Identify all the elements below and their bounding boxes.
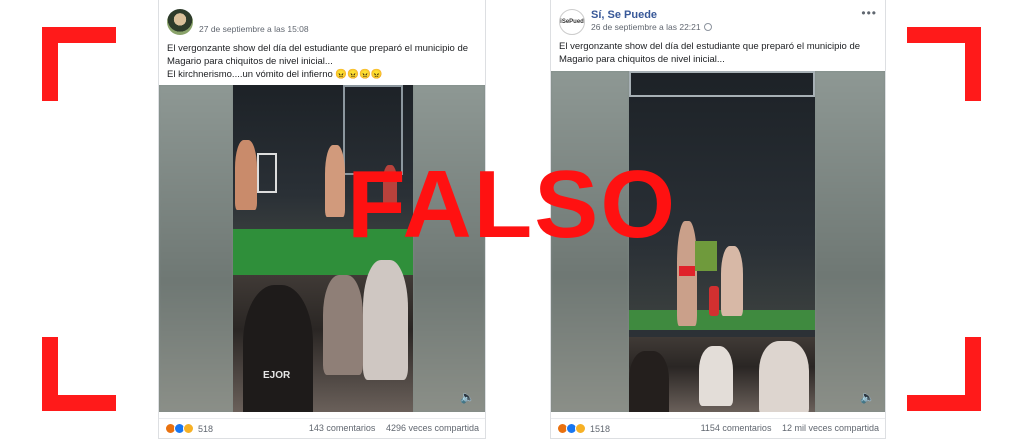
corner-bracket-bottom-left [42, 337, 116, 411]
globe-icon [703, 23, 712, 31]
volume-icon[interactable]: 🔈 [460, 390, 475, 404]
shares-count[interactable]: 4296 veces compartida [386, 423, 479, 433]
falso-stamp: FALSO [346, 151, 677, 258]
video-blur-right [815, 71, 885, 412]
reactions-summary[interactable]: 518 [165, 423, 213, 434]
post-footer: 518 143 comentarios 4296 veces compartid… [159, 418, 485, 438]
avatar[interactable] [167, 9, 193, 35]
more-options-icon[interactable]: ••• [861, 6, 877, 20]
post-text: El vergonzante show del día del estudian… [167, 42, 477, 81]
post-text-line: El vergonzante show del día del estudian… [559, 41, 861, 52]
corner-bracket-top-left [42, 27, 116, 101]
avatar-logo-text: siSePuede [560, 19, 584, 25]
volume-icon[interactable]: 🔈 [860, 390, 875, 404]
post-text-line: El kirchnerismo....un vómito del infiern… [167, 69, 383, 80]
corner-bracket-bottom-right [907, 337, 981, 411]
post-timestamp[interactable]: 27 de septiembre a las 15:08 [199, 24, 309, 34]
page-name[interactable]: Sí, Se Puede [591, 9, 657, 21]
video-overlay-text: EJOR [263, 370, 291, 381]
post-text: El vergonzante show del día del estudian… [559, 40, 877, 66]
comments-count[interactable]: 143 comentarios [309, 423, 376, 433]
comments-count[interactable]: 1154 comentarios [701, 423, 772, 433]
corner-bracket-top-right [907, 27, 981, 101]
reaction-count: 518 [198, 423, 214, 434]
post-text-line: Magario para chiquitos de nivel inicial.… [559, 54, 725, 65]
post-text-line: Magario para chiquitos de nivel inicial.… [167, 56, 333, 67]
post-stats: 143 comentarios 4296 veces compartida [301, 423, 479, 433]
post-stats: 1154 comentarios 12 mil veces compartida [693, 423, 879, 433]
post-timestamp[interactable]: 26 de septiembre a las 22:21 [591, 22, 712, 32]
reactions-summary[interactable]: 1518 [557, 423, 610, 434]
shares-count[interactable]: 12 mil veces compartida [782, 423, 879, 433]
reaction-count: 1518 [590, 423, 611, 434]
wow-reaction-icon [183, 423, 194, 434]
video-blur-left [159, 85, 233, 412]
post-text-line: El vergonzante show del día del estudian… [167, 43, 469, 54]
post-footer: 1518 1154 comentarios 12 mil veces compa… [551, 418, 885, 438]
post-header: siSePuede Sí, Se Puede 26 de septiembre … [551, 0, 885, 40]
wow-reaction-icon [575, 423, 586, 434]
post-header: 27 de septiembre a las 15:08 [159, 0, 485, 40]
avatar[interactable]: siSePuede [559, 9, 585, 35]
